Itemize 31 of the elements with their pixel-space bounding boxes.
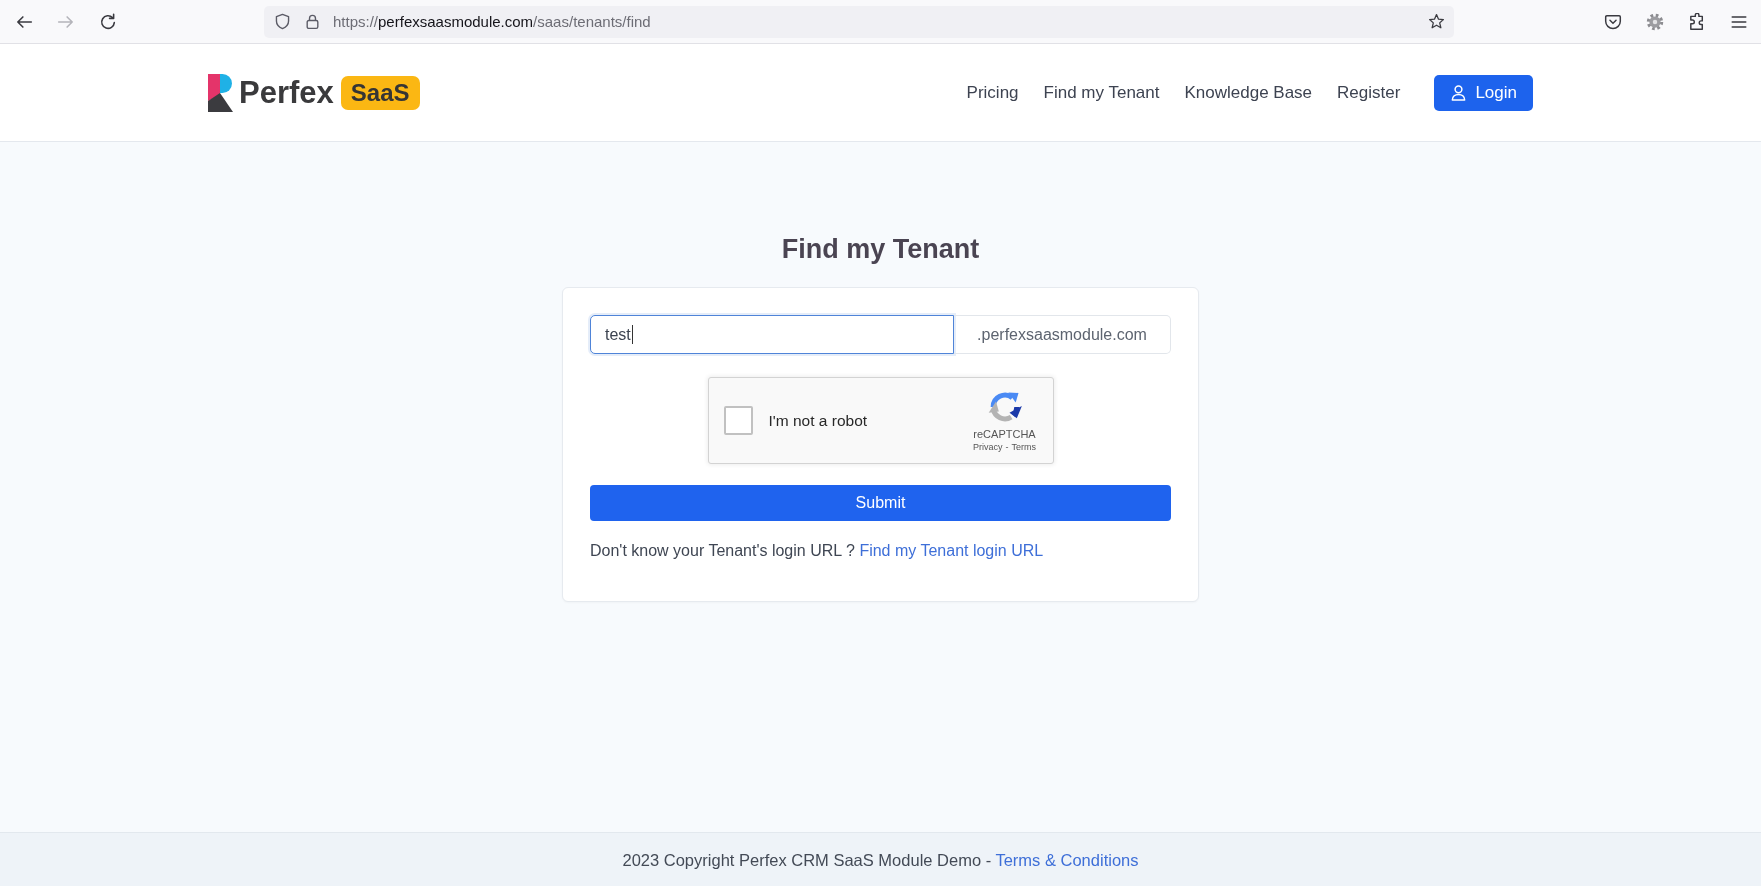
captcha-brand: reCAPTCHA: [973, 427, 1036, 441]
address-bar[interactable]: https://perfexsaasmodule.com/saas/tenants/find: [264, 5, 1454, 38]
nav-link[interactable]: Register: [1337, 82, 1401, 103]
user-icon: [1450, 84, 1468, 101]
domain-suffix: .perfexsaasmodule.com: [954, 315, 1171, 354]
link-separator: -: [1005, 440, 1009, 453]
puzzle-icon[interactable]: [1688, 12, 1706, 31]
reload-icon[interactable]: [99, 12, 117, 31]
login-button[interactable]: Login: [1434, 74, 1533, 111]
captcha-link[interactable]: Terms: [1011, 440, 1036, 453]
tenant-url-link[interactable]: Find my Tenant login URL: [859, 542, 1044, 559]
logo-badge: SaaS: [340, 75, 420, 110]
help-text: Don't know your Tenant's login URL ? Find my Tenant login URL: [590, 541, 1045, 561]
captcha-label: I'm not a robot: [768, 411, 868, 430]
submit-button[interactable]: Submit: [590, 485, 1171, 521]
nav-link[interactable]: Find my Tenant: [1043, 82, 1160, 103]
nav-link[interactable]: Pricing: [966, 82, 1019, 103]
logo-icon: [208, 73, 233, 112]
terms-link[interactable]: Terms & Conditions: [995, 850, 1139, 869]
captcha-checkbox[interactable]: [723, 406, 753, 435]
page-title: Find my Tenant: [781, 233, 980, 266]
copyright-text: 2023 Copyright Perfex CRM SaaS Module Demo - Terms & Conditions: [622, 849, 1139, 870]
subdomain-input[interactable]: test: [590, 315, 954, 354]
lock-icon: [304, 13, 321, 30]
logo-wordmark: Perfex: [239, 74, 334, 111]
nav-link[interactable]: Knowledge Base: [1184, 82, 1313, 103]
shield-icon: [274, 13, 291, 30]
star-icon[interactable]: [1428, 13, 1445, 30]
tray-chevron-icon[interactable]: [1604, 12, 1622, 31]
captcha-link[interactable]: Privacy: [973, 440, 1003, 453]
gear-icon[interactable]: [1646, 12, 1664, 31]
